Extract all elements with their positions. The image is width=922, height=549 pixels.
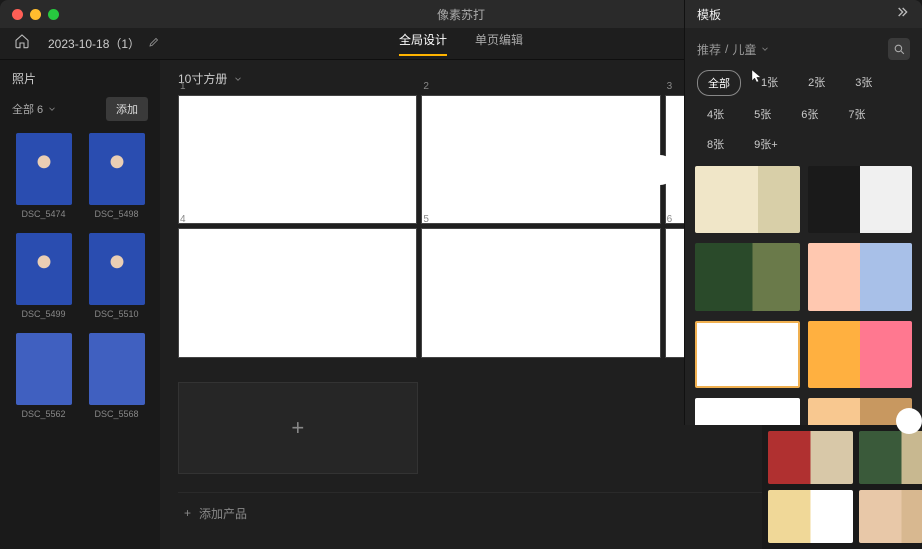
chip-3[interactable]: 3张 — [845, 70, 882, 96]
photos-filter-label: 全部 6 — [12, 101, 43, 117]
template-thumb[interactable] — [768, 490, 853, 543]
template-grid-overflow — [762, 425, 922, 549]
template-thumb[interactable] — [859, 490, 922, 543]
template-thumb[interactable] — [695, 321, 800, 388]
chevron-down-icon — [233, 74, 243, 84]
photo-thumbs: DSC_5474 DSC_5498 DSC_5499 DSC_5510 DSC_… — [12, 133, 148, 419]
plus-icon: + — [184, 506, 191, 520]
photo-thumb[interactable]: DSC_5498 — [85, 133, 148, 219]
photo-thumb[interactable]: DSC_5474 — [12, 133, 75, 219]
add-product-label: 添加产品 — [199, 505, 247, 522]
template-grid — [685, 166, 922, 425]
chip-2[interactable]: 2张 — [798, 70, 835, 96]
template-thumb[interactable] — [808, 166, 913, 233]
add-photo-button[interactable]: 添加 — [106, 97, 148, 121]
chevron-down-icon — [47, 104, 57, 114]
chip-7[interactable]: 7张 — [838, 102, 875, 126]
album-page[interactable]: 1 — [178, 95, 417, 224]
header-tabs: 全局设计 单页编辑 — [399, 31, 523, 56]
tab-single-page[interactable]: 单页编辑 — [475, 31, 523, 56]
project-name: 2023-10-18（1） — [48, 35, 140, 52]
photo-thumb[interactable]: DSC_5499 — [12, 233, 75, 319]
panel-drag-handle[interactable] — [896, 408, 922, 434]
photo-thumb[interactable]: DSC_5562 — [12, 333, 75, 419]
album-page[interactable]: 4 — [178, 228, 417, 357]
template-thumb[interactable] — [695, 243, 800, 310]
add-page-slot[interactable]: + — [178, 382, 418, 474]
chip-all[interactable]: 全部 — [697, 70, 741, 96]
chip-4[interactable]: 4张 — [697, 102, 734, 126]
search-button[interactable] — [888, 38, 910, 60]
close-window-button[interactable] — [12, 9, 23, 20]
maximize-window-button[interactable] — [48, 9, 59, 20]
photos-title: 照片 — [12, 70, 148, 87]
home-icon[interactable] — [14, 33, 30, 54]
template-thumb[interactable] — [808, 321, 913, 388]
photos-panel: 照片 全部 6 添加 DSC_5474 DSC_5498 DSC_5499 DS… — [0, 60, 160, 549]
template-thumb[interactable] — [695, 398, 800, 425]
panel-drag-handle[interactable] — [645, 155, 675, 185]
plus-icon: + — [291, 415, 304, 441]
tab-global-design[interactable]: 全局设计 — [399, 31, 447, 56]
album-page[interactable]: 5 — [421, 228, 660, 357]
chip-8[interactable]: 8张 — [697, 132, 734, 156]
templates-panel: 模板 推荐 / 儿童 全部 1张 2张 3张 4张 5张 6张 7张 — [684, 0, 922, 425]
template-thumb[interactable] — [859, 431, 922, 484]
chip-5[interactable]: 5张 — [744, 102, 781, 126]
edit-icon[interactable] — [148, 35, 160, 53]
photos-filter[interactable]: 全部 6 — [12, 101, 57, 117]
photo-thumb[interactable]: DSC_5510 — [85, 233, 148, 319]
window-controls — [0, 9, 59, 20]
photo-thumb[interactable]: DSC_5568 — [85, 333, 148, 419]
template-thumb[interactable] — [768, 431, 853, 484]
chevron-down-icon — [760, 44, 770, 54]
search-icon — [893, 43, 906, 56]
minimize-window-button[interactable] — [30, 9, 41, 20]
chip-6[interactable]: 6张 — [791, 102, 828, 126]
template-thumb[interactable] — [808, 243, 913, 310]
cursor-icon — [748, 68, 764, 89]
template-thumb[interactable] — [695, 166, 800, 233]
templates-title: 模板 — [697, 6, 721, 23]
album-page[interactable]: 2 — [421, 95, 660, 224]
chip-9plus[interactable]: 9张+ — [744, 132, 788, 156]
template-category-selector[interactable]: 推荐 / 儿童 — [697, 41, 770, 58]
collapse-panel-icon[interactable] — [894, 4, 910, 25]
template-count-chips: 全部 1张 2张 3张 4张 5张 6张 7张 8张 9张+ — [685, 66, 922, 166]
